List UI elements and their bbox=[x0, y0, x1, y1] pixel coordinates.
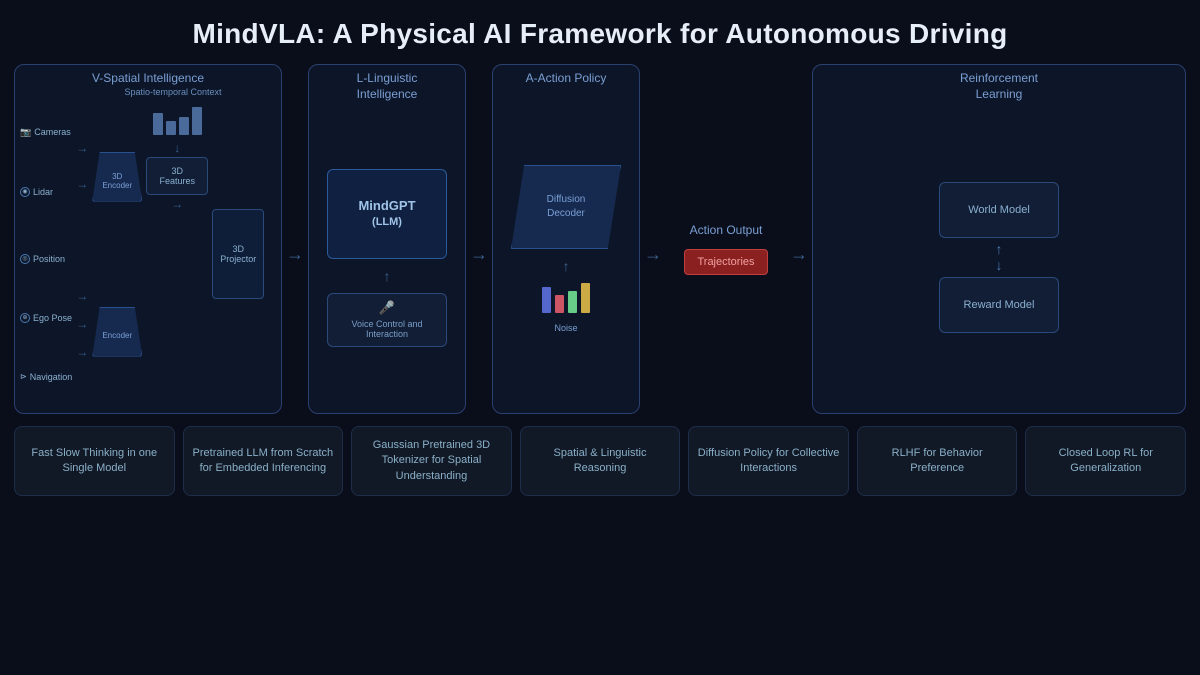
linguistic-label: L-Linguistic Intelligence bbox=[357, 71, 418, 102]
card-1: Fast Slow Thinking in one Single Model bbox=[14, 426, 175, 496]
page-title: MindVLA: A Physical AI Framework for Aut… bbox=[0, 0, 1200, 60]
projector-col: 3DProjector bbox=[212, 101, 264, 407]
action-section: A-Action Policy Diffusion Decoder ↑ Nois… bbox=[492, 64, 640, 414]
arrow-to-encoder1: → bbox=[76, 141, 88, 155]
arrow-to-projector: → bbox=[171, 197, 183, 211]
features-box: 3DFeatures bbox=[146, 157, 208, 195]
conn-arrow-4: → bbox=[791, 64, 807, 414]
linguistic-body: MindGPT (LLM) ↑ 🎤 Voice Control andInter… bbox=[314, 108, 460, 407]
noise-bar-1 bbox=[542, 287, 551, 313]
card-4-text: Spatial & Linguistic Reasoning bbox=[529, 446, 672, 477]
rl-label: Reinforcement Learning bbox=[960, 71, 1038, 102]
noise-bar-2 bbox=[555, 295, 564, 313]
world-model-box: World Model bbox=[939, 182, 1059, 238]
temporal-bar-3 bbox=[179, 117, 189, 135]
down-arrow: ↓ bbox=[174, 141, 180, 155]
vspatial-body: 📷 Cameras ◉ Lidar ◎ Position ⊕ Ego Pose bbox=[20, 101, 276, 407]
rl-section: Reinforcement Learning World Model ↑ ↓ R… bbox=[812, 64, 1186, 414]
input-lidar: ◉ Lidar bbox=[20, 187, 53, 197]
rl-up-arrow: ↑ bbox=[996, 242, 1003, 257]
diffusion-decoder: Diffusion Decoder bbox=[511, 165, 621, 249]
3d-encoder-box: 3DEncoder bbox=[92, 152, 142, 202]
linguistic-section: L-Linguistic Intelligence MindGPT (LLM) … bbox=[308, 64, 466, 414]
bottom-cards: Fast Slow Thinking in one Single Model P… bbox=[0, 418, 1200, 496]
rl-down-arrow: ↓ bbox=[996, 258, 1003, 273]
position-icon: ◎ bbox=[20, 254, 30, 264]
card-5-text: Diffusion Policy for Collective Interact… bbox=[697, 446, 840, 477]
card-2: Pretrained LLM from Scratch for Embedded… bbox=[183, 426, 344, 496]
navigation-icon: ⊳ bbox=[20, 372, 27, 381]
temporal-bar-2 bbox=[166, 121, 176, 135]
vspatial-section: V-Spatial Intelligence Spatio-temporal C… bbox=[14, 64, 282, 414]
voice-box: 🎤 Voice Control andInteraction bbox=[327, 293, 447, 347]
action-label: A-Action Policy bbox=[526, 71, 607, 85]
reward-model-box: Reward Model bbox=[939, 277, 1059, 333]
action-body: Diffusion Decoder ↑ Noise bbox=[498, 91, 634, 407]
temporal-bar-4 bbox=[192, 107, 202, 135]
rl-body: World Model ↑ ↓ Reward Model bbox=[818, 108, 1180, 407]
spatio-sublabel: Spatio-temporal Context bbox=[20, 87, 276, 97]
voice-arrow: ↑ bbox=[384, 269, 391, 283]
conn-arrow-1: → bbox=[287, 64, 303, 414]
noise-bar-4 bbox=[581, 283, 590, 313]
vspatial-label: V-Spatial Intelligence bbox=[20, 71, 276, 85]
noise-label: Noise bbox=[554, 323, 577, 333]
temporal-bar-1 bbox=[153, 113, 163, 135]
card-1-text: Fast Slow Thinking in one Single Model bbox=[23, 446, 166, 477]
conn-arrow-2: → bbox=[471, 64, 487, 414]
lidar-icon: ◉ bbox=[20, 187, 30, 197]
diagram-area: V-Spatial Intelligence Spatio-temporal C… bbox=[0, 64, 1200, 414]
noise-bars bbox=[542, 283, 590, 313]
input-position: ◎ Position bbox=[20, 254, 65, 264]
card-5: Diffusion Policy for Collective Interact… bbox=[688, 426, 849, 496]
card-7: Closed Loop RL for Generalization bbox=[1025, 426, 1186, 496]
input-cameras: 📷 Cameras bbox=[20, 127, 71, 138]
output-section: Action Output Trajectories bbox=[666, 64, 786, 414]
input-egopose: ⊕ Ego Pose bbox=[20, 313, 72, 323]
temporal-bars bbox=[153, 107, 202, 135]
inputs-column: 📷 Cameras ◉ Lidar ◎ Position ⊕ Ego Pose bbox=[20, 101, 72, 407]
arrow-to-encoder1b: → bbox=[76, 177, 88, 191]
card-3-text: Gaussian Pretrained 3D Tokenizer for Spa… bbox=[360, 438, 503, 484]
arrow-to-encoder2b: → bbox=[76, 317, 88, 331]
arrow-to-encoder2a: → bbox=[76, 289, 88, 303]
card-4: Spatial & Linguistic Reasoning bbox=[520, 426, 681, 496]
output-label: Action Output bbox=[690, 223, 763, 237]
noise-bar-3 bbox=[568, 291, 577, 313]
card-2-text: Pretrained LLM from Scratch for Embedded… bbox=[192, 446, 335, 477]
trajectories-badge: Trajectories bbox=[684, 249, 767, 275]
egopose-icon: ⊕ bbox=[20, 313, 30, 323]
noise-arrow: ↑ bbox=[563, 259, 570, 273]
mic-icon: 🎤 bbox=[379, 300, 395, 316]
page-container: MindVLA: A Physical AI Framework for Aut… bbox=[0, 0, 1200, 675]
arrow-to-encoder2c: → bbox=[76, 345, 88, 359]
card-3: Gaussian Pretrained 3D Tokenizer for Spa… bbox=[351, 426, 512, 496]
mindgpt-box: MindGPT (LLM) bbox=[327, 169, 447, 259]
camera-icon: 📷 bbox=[20, 127, 31, 138]
card-6: RLHF for Behavior Preference bbox=[857, 426, 1018, 496]
card-7-text: Closed Loop RL for Generalization bbox=[1034, 446, 1177, 477]
conn-arrow-3: → bbox=[645, 64, 661, 414]
rl-arrows: ↑ ↓ bbox=[996, 242, 1003, 273]
card-6-text: RLHF for Behavior Preference bbox=[866, 446, 1009, 477]
input-navigation: ⊳ Navigation bbox=[20, 372, 72, 382]
encoders-column: 3DEncoder Encoder bbox=[92, 101, 142, 407]
input-arrows: → → → → → bbox=[76, 101, 88, 407]
encoder2-box: Encoder bbox=[92, 307, 142, 357]
projector-box: 3DProjector bbox=[212, 209, 264, 299]
middle-column: ↓ 3DFeatures → bbox=[146, 101, 208, 407]
